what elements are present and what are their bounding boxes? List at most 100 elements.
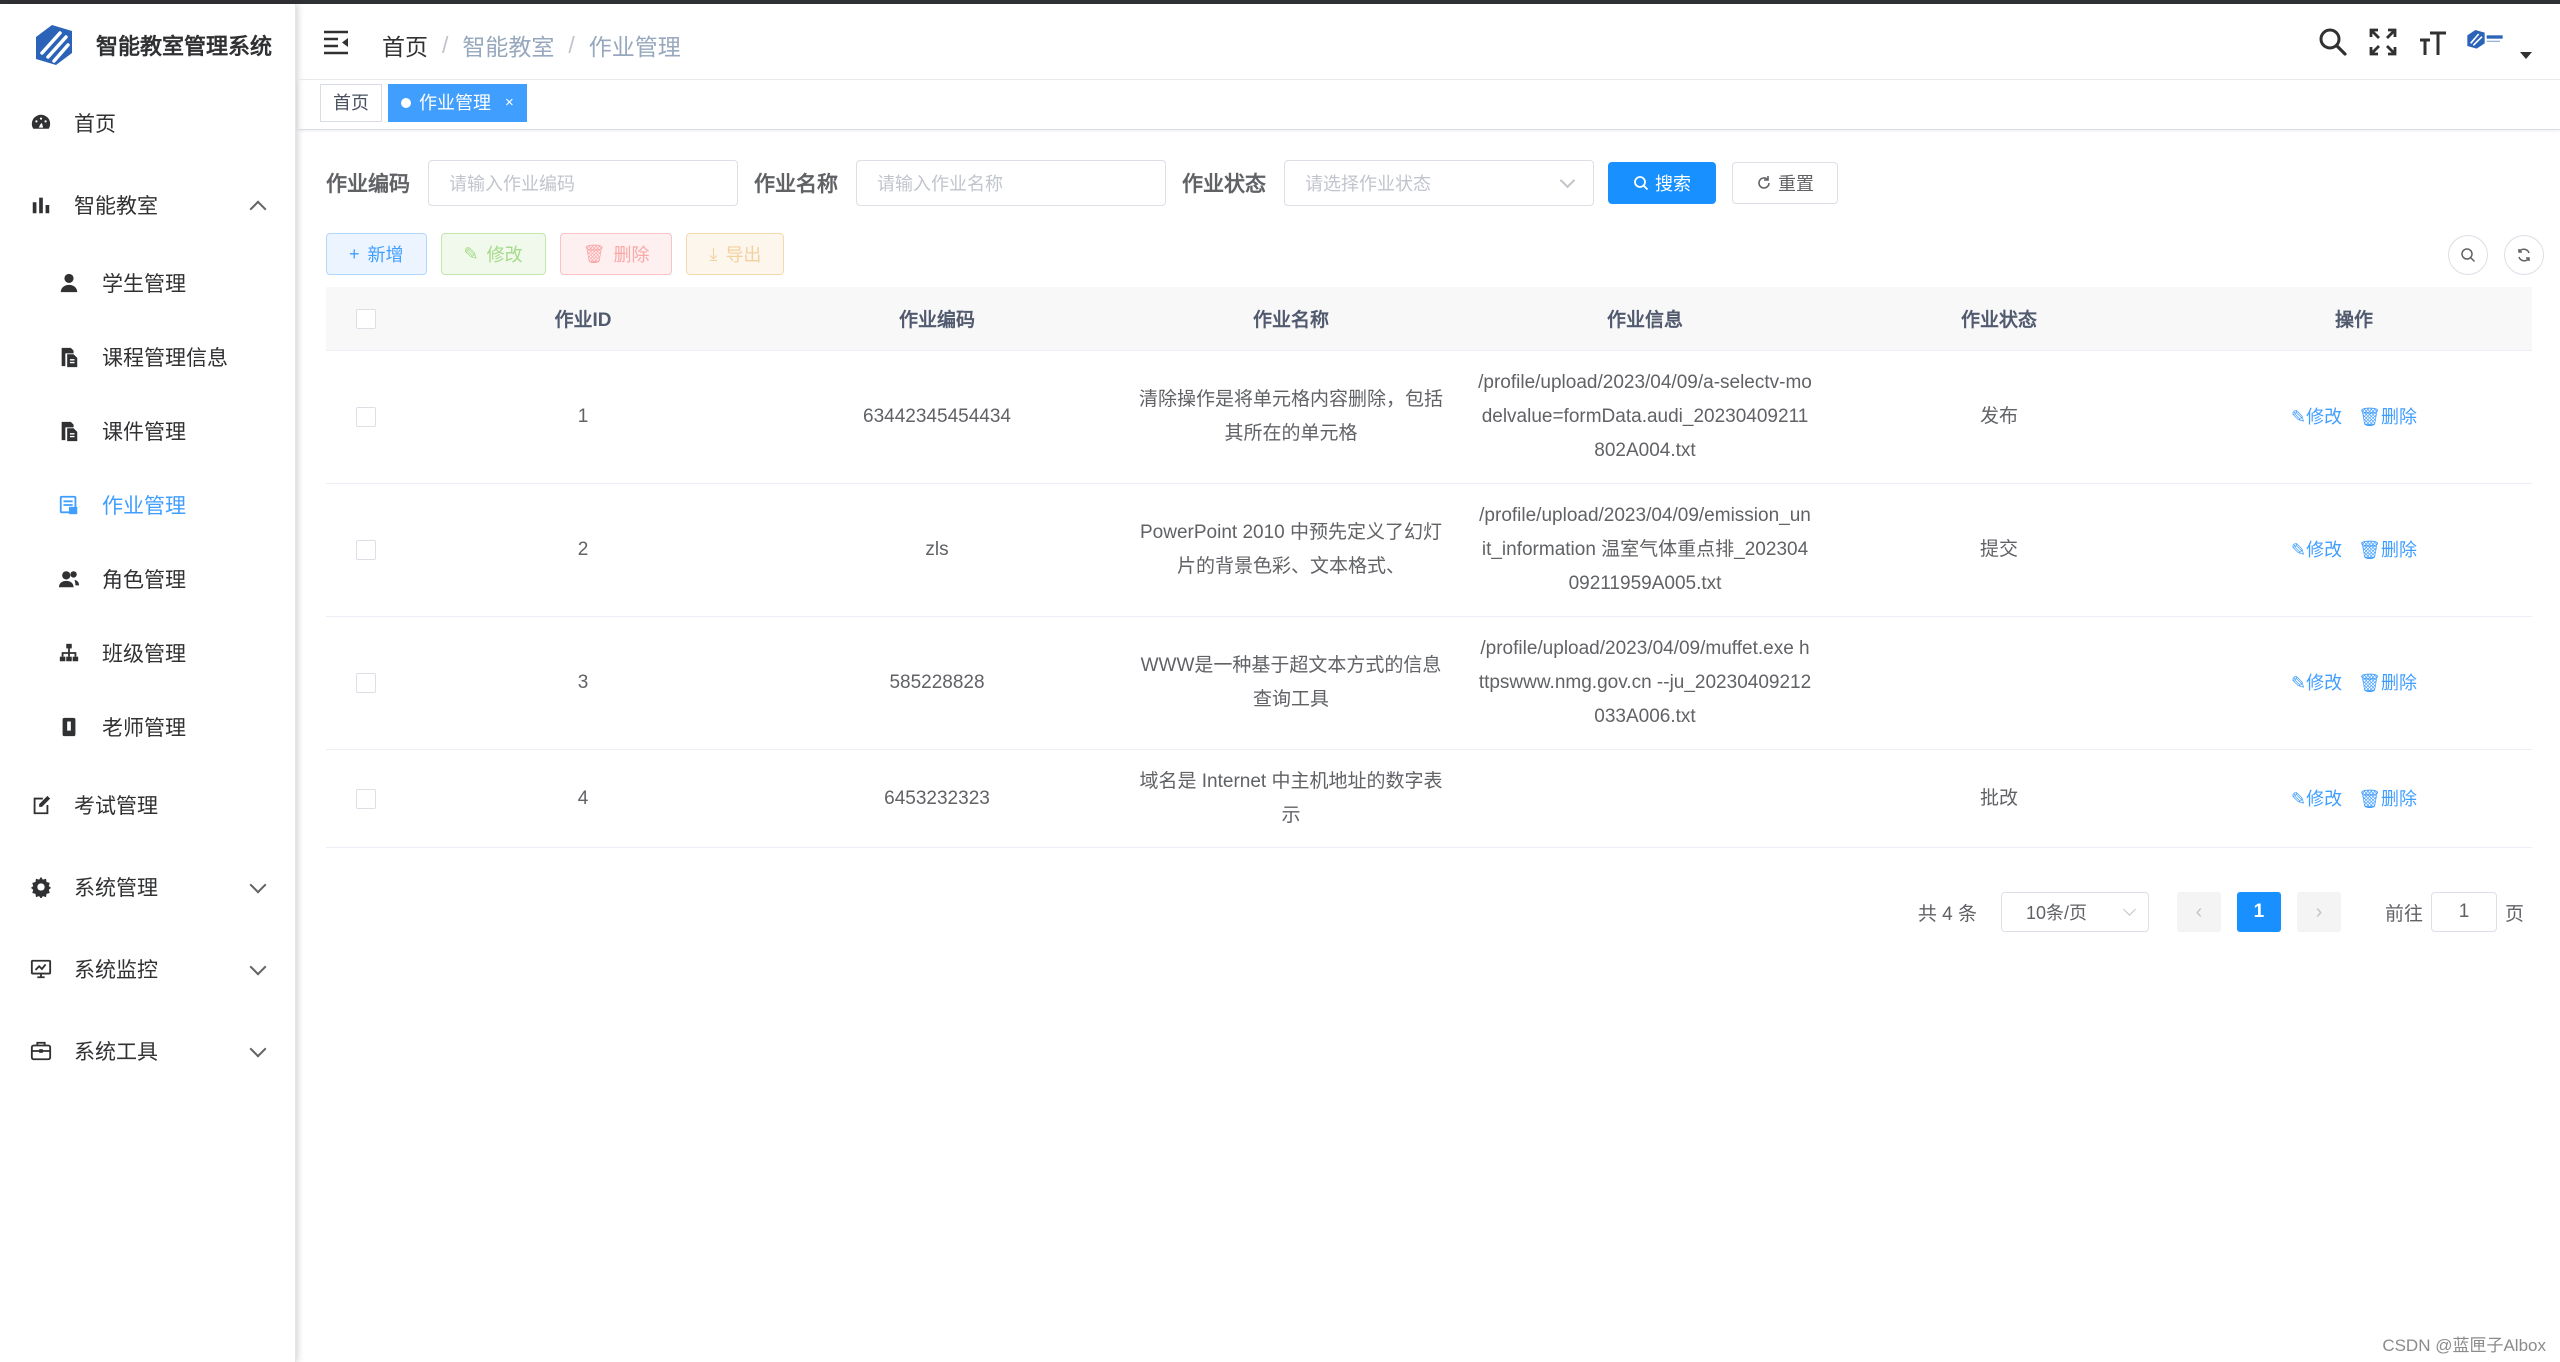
sidebar-item-tools[interactable]: 系统工具	[0, 1010, 296, 1092]
tag-home[interactable]: 首页	[320, 84, 382, 122]
app-logo[interactable]: 智能教室管理系统	[30, 18, 272, 72]
edit-icon: ✎	[463, 243, 479, 264]
sidebar-item-teacher[interactable]: 老师管理	[0, 690, 296, 764]
sidebar-item-system[interactable]: 系统管理	[0, 846, 296, 928]
export-button[interactable]: ⤓ 导出	[686, 233, 785, 275]
row-checkbox[interactable]	[356, 407, 376, 427]
column-header: 作业信息	[1606, 310, 1683, 331]
sidebar-item-class[interactable]: 班级管理	[0, 616, 296, 690]
avatar[interactable]	[2466, 19, 2532, 65]
sidebar-item-role[interactable]: 角色管理	[0, 542, 296, 616]
reset-button-label: 重置	[1778, 174, 1814, 194]
row-delete-label: 删除	[2380, 673, 2417, 693]
reset-button[interactable]: 重置	[1732, 162, 1838, 204]
sidebar-item-home[interactable]: 首页	[0, 82, 296, 164]
plus-icon: +	[349, 243, 360, 264]
sidebar-item-label: 课件管理	[102, 421, 186, 444]
code-input[interactable]: 请输入作业编码	[428, 160, 738, 206]
pagination-total: 共 4 条	[1917, 903, 1977, 925]
main-content: 作业编码 请输入作业编码 作业名称 请输入作业名称 作业状态 请选择作业状态 搜…	[298, 131, 2560, 1362]
dashboard-icon	[30, 112, 52, 134]
toggle-search-button[interactable]	[2448, 235, 2488, 275]
cell-name: PowerPoint 2010 中预先定义了幻灯片的背景色彩、文本格式、	[1140, 522, 1442, 577]
row-checkbox[interactable]	[356, 540, 376, 560]
cell-status: 发布	[1979, 406, 2018, 427]
name-input[interactable]: 请输入作业名称	[856, 160, 1166, 206]
cell-name: 清除操作是将单元格内容删除，包括其所在的单元格	[1138, 389, 1443, 444]
sidebar-item-label: 作业管理	[102, 495, 186, 518]
row-edit-label: 修改	[2306, 673, 2343, 693]
delete-button[interactable]: 🗑 删除	[559, 233, 673, 275]
sidebar-item-homework[interactable]: 作业管理	[0, 468, 296, 542]
edit-button[interactable]: ✎ 修改	[440, 233, 546, 275]
table-row: 3 585228828 WWW是一种基于超文本方式的信息查询工具 /profil…	[326, 617, 2532, 750]
delete-button-label: 删除	[613, 245, 650, 265]
sidebar-item-monitor[interactable]: 系统监控	[0, 928, 296, 1010]
table-header: 作业ID 作业编码 作业名称 作业信息 作业状态 操作	[326, 287, 2532, 351]
select-all-checkbox[interactable]	[356, 308, 376, 329]
row-select-cell	[326, 673, 406, 693]
table-row: 1 63442345454434 清除操作是将单元格内容删除，包括其所在的单元格…	[326, 351, 2532, 484]
font-size-button[interactable]	[2408, 18, 2458, 66]
name-label: 作业名称	[754, 173, 838, 196]
app-title: 智能教室管理系统	[96, 34, 273, 59]
sidebar-item-label: 系统监控	[74, 959, 158, 982]
homework-table: 作业ID 作业编码 作业名称 作业信息 作业状态 操作 1 6344234545…	[326, 287, 2532, 848]
sidebar-item-smart-classroom[interactable]: 智能教室	[0, 164, 296, 246]
prev-page-button[interactable]: ‹	[2176, 892, 2221, 932]
fullscreen-button[interactable]	[2358, 18, 2408, 66]
chevron-down-icon	[1559, 172, 1576, 189]
add-button[interactable]: + 新增	[326, 233, 427, 275]
sidebar-item-label: 班级管理	[102, 643, 186, 666]
caret-down-icon	[2520, 51, 2532, 59]
row-edit-link[interactable]: ✎ 修改	[2291, 782, 2342, 816]
search-button[interactable]	[2308, 18, 2358, 66]
sidebar-item-label: 系统管理	[74, 877, 158, 900]
goto-page-input[interactable]: 1	[2430, 892, 2497, 932]
row-edit-link[interactable]: ✎ 修改	[2291, 533, 2342, 567]
pagination: 共 4 条 10条/页 ‹ 1 › 前往 1 页	[1918, 891, 2524, 933]
cell-info: /profile/upload/2023/04/09/emission_unit…	[1479, 505, 1811, 594]
top-navbar: 首页 / 智能教室 / 作业管理	[298, 4, 2560, 80]
row-delete-link[interactable]: 🗑 删除	[2358, 533, 2417, 567]
breadcrumb-separator: /	[442, 31, 449, 58]
row-edit-link[interactable]: ✎ 修改	[2291, 400, 2342, 434]
row-edit-label: 修改	[2306, 540, 2343, 560]
sidebar-item-courseware[interactable]: 课件管理	[0, 394, 296, 468]
font-size-icon	[2420, 31, 2446, 55]
tags-view: 首页 作业管理 ×	[298, 80, 2560, 130]
watermark: CSDN @蓝匣子Albox	[2382, 1336, 2546, 1355]
tag-homework-management[interactable]: 作业管理 ×	[388, 84, 527, 122]
next-page-button[interactable]: ›	[2296, 892, 2341, 932]
export-button-label: 导出	[725, 245, 762, 265]
row-checkbox[interactable]	[356, 673, 376, 693]
cell-name: WWW是一种基于超文本方式的信息查询工具	[1140, 655, 1442, 710]
peoples-icon	[58, 568, 80, 590]
column-header: 作业状态	[1960, 310, 2037, 331]
sidebar-item-course[interactable]: 课程管理信息	[0, 320, 296, 394]
action-toolbar: + 新增 ✎ 修改 🗑 删除 ⤓ 导出	[326, 233, 798, 275]
status-select[interactable]: 请选择作业状态	[1284, 160, 1594, 206]
row-delete-link[interactable]: 🗑 删除	[2358, 666, 2417, 700]
close-icon[interactable]: ×	[505, 85, 514, 121]
column-header: 作业名称	[1252, 310, 1329, 331]
column-header: 操作	[2334, 310, 2373, 331]
hamburger-icon[interactable]	[322, 28, 350, 56]
row-delete-link[interactable]: 🗑 删除	[2358, 782, 2417, 816]
search-icon	[2319, 28, 2347, 56]
sidebar-item-exam[interactable]: 考试管理	[0, 764, 296, 846]
sidebar-item-student[interactable]: 学生管理	[0, 246, 296, 320]
page-size-select[interactable]: 10条/页	[2000, 892, 2149, 932]
cell-id: 4	[577, 787, 589, 809]
tree-icon	[58, 642, 80, 664]
search-icon	[1633, 175, 1649, 191]
row-select-cell	[326, 407, 406, 427]
breadcrumb-home[interactable]: 首页	[382, 28, 428, 62]
page-number-current[interactable]: 1	[2236, 892, 2281, 932]
row-edit-link[interactable]: ✎ 修改	[2291, 666, 2342, 700]
row-checkbox[interactable]	[356, 788, 376, 809]
row-delete-link[interactable]: 🗑 删除	[2358, 400, 2417, 434]
cell-info: /profile/upload/2023/04/09/muffet.exe ht…	[1478, 638, 1812, 727]
refresh-button[interactable]	[2504, 235, 2544, 275]
search-button[interactable]: 搜索	[1608, 162, 1716, 204]
